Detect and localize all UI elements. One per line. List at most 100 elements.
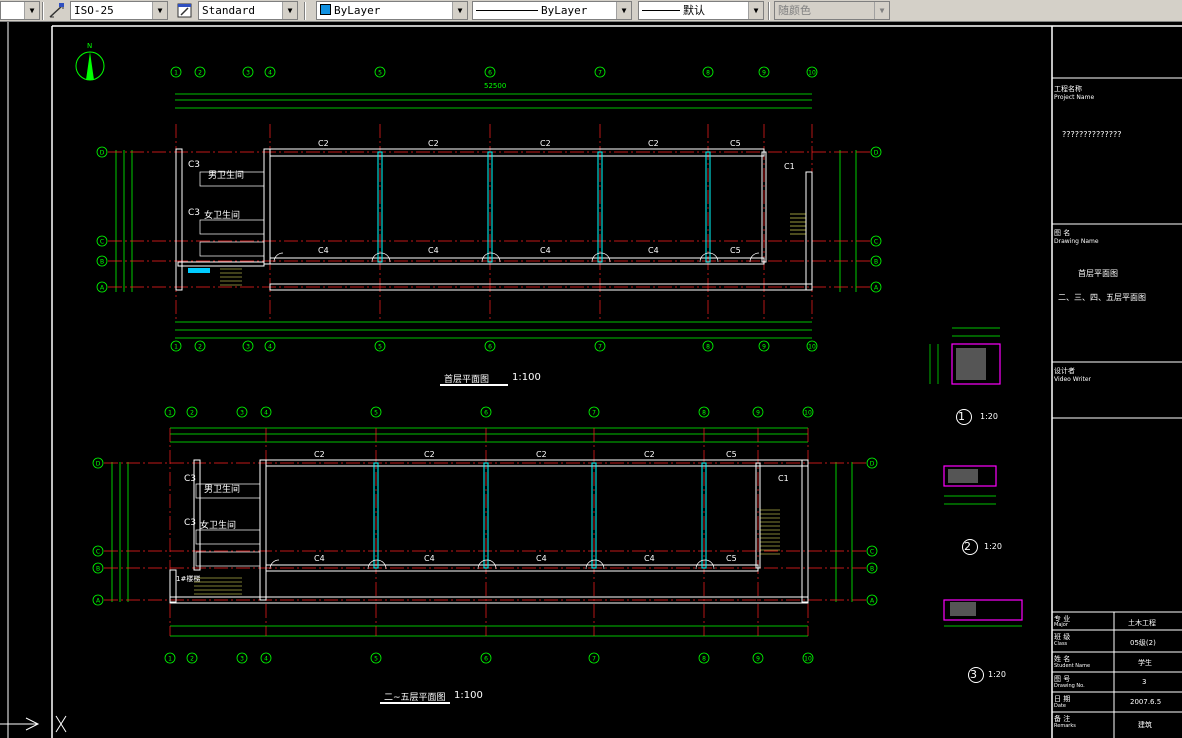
detail3-scale: 1:20 [988, 670, 1006, 679]
detail1-bubble [956, 409, 972, 425]
row-bubble-label: C [100, 239, 104, 246]
svg-text:N: N [87, 42, 92, 50]
tb-date-value: 2007.6.5 [1130, 698, 1162, 706]
tb-student-sub: Video Writer [1054, 376, 1092, 383]
tb-class-value: 05级(2) [1130, 639, 1156, 647]
plan1-scale: 1:100 [512, 372, 541, 383]
color-swatch [320, 4, 331, 15]
axis-bubble-label: 3 [246, 70, 250, 77]
axis-bubble-label: 4 [268, 344, 272, 351]
axis-bubble-label: 9 [756, 410, 760, 417]
axis-bubble-label: 8 [706, 344, 710, 351]
plan1-c5-top: C5 [730, 139, 741, 148]
axis-bubble-label: 10 [808, 344, 816, 351]
plan1-c4-1: C4 [318, 246, 329, 255]
detail2-scale: 1:20 [984, 542, 1002, 551]
text-style-select[interactable]: Standard ▼ [198, 1, 298, 20]
plan2-c3-b: C3 [184, 518, 197, 528]
tb-date-sub: Date [1054, 703, 1066, 709]
detail1-scale: 1:20 [980, 412, 998, 421]
tb-project-value: ?????????????? [1062, 130, 1122, 139]
chevron-down-icon[interactable]: ▼ [24, 2, 39, 19]
axis-bubble-label: 5 [374, 410, 378, 417]
plan2-c2-1: C2 [314, 450, 325, 459]
lineweight-select[interactable]: 默认 ▼ [638, 1, 764, 20]
row-bubble-label: C [874, 239, 878, 246]
row-bubble-label: C [96, 549, 100, 556]
row-bubble-label: B [100, 259, 104, 266]
tb-name-value: 学生 [1138, 659, 1152, 667]
plan2-c2-4: C2 [644, 450, 655, 459]
plan1-c4-3: C4 [540, 246, 551, 255]
dimstyle-icon[interactable] [48, 2, 66, 20]
axis-bubble-label: 7 [592, 656, 596, 663]
axis-bubble-label: 9 [756, 656, 760, 663]
tb-remarks-sub: Remarks [1054, 723, 1076, 729]
plan1-c4-4: C4 [648, 246, 659, 255]
plan2-c4-1: C4 [314, 554, 325, 563]
prev-combo[interactable]: ▼ [0, 1, 40, 20]
axis-bubble-label: 2 [198, 70, 202, 77]
drawing-canvas[interactable]: N 1 2 3 4 5 6 7 8 9 10 D D C C B B A A 1 2 3 4 5 6 7 8 9 10 [0, 22, 1182, 738]
axis-bubble-label: 8 [702, 410, 706, 417]
chevron-down-icon[interactable]: ▼ [748, 2, 763, 19]
axis-bubble-label: 9 [762, 344, 766, 351]
detail3-bubble [968, 667, 984, 683]
row-bubble-label: B [870, 566, 874, 573]
axis-bubble-label: 7 [598, 344, 602, 351]
row-bubble-label: D [96, 461, 101, 468]
tb-drawing-value1: 首层平面图 [1078, 269, 1118, 278]
color-select[interactable]: ByLayer ▼ [316, 1, 468, 20]
tb-class-sub: Class [1054, 641, 1068, 647]
axis-bubble-label: 3 [246, 344, 250, 351]
row-bubble-label: D [100, 150, 105, 157]
plan2-c4-2: C4 [424, 554, 435, 563]
linetype-select[interactable]: ByLayer ▼ [472, 1, 632, 20]
plan2-title-underline [380, 702, 450, 704]
axis-bubble-label: 10 [804, 410, 812, 417]
plan1-male-wc: 男卫生间 [208, 171, 245, 181]
plotstyle-value: 随颜色 [778, 4, 811, 17]
chevron-down-icon[interactable]: ▼ [452, 2, 467, 19]
row-bubble-label: B [96, 566, 100, 573]
plan1-c2-2: C2 [428, 139, 439, 148]
axis-bubble-label: 6 [488, 70, 492, 77]
plan2-scale: 1:100 [454, 690, 483, 701]
axis-bubble-label: 10 [808, 70, 816, 77]
tb-name-sub: Student Name [1054, 663, 1091, 669]
plan1-c2-3: C2 [540, 139, 551, 148]
axis-bubble-label: 7 [592, 410, 596, 417]
plan2-c5-top: C5 [726, 450, 737, 459]
plan1-female-wc: 女卫生间 [204, 211, 241, 221]
dimension-style-value: ISO-25 [74, 4, 114, 17]
plan1-title-underline [440, 384, 508, 386]
chevron-down-icon[interactable]: ▼ [874, 2, 889, 19]
axis-bubble-label: 5 [378, 344, 382, 351]
axis-bubble-label: 10 [804, 656, 812, 663]
dimension-style-select[interactable]: ISO-25 ▼ [70, 1, 168, 20]
tb-drawno-value: 3 [1142, 678, 1147, 686]
axis-bubble-label: 1 [168, 656, 172, 663]
axis-bubble-label: 4 [264, 656, 268, 663]
axis-bubble-label: 4 [264, 410, 268, 417]
axis-bubble-label: 6 [488, 344, 492, 351]
toolbar-separator [768, 2, 770, 20]
plotstyle-select[interactable]: 随颜色 ▼ [774, 1, 890, 20]
textstyle-icon[interactable] [176, 2, 194, 20]
chevron-down-icon[interactable]: ▼ [616, 2, 631, 19]
chevron-down-icon[interactable]: ▼ [152, 2, 167, 19]
row-bubble-label: C [870, 549, 874, 556]
plan1-total-dim: 52500 [484, 82, 507, 90]
tb-student-label: 设计者 [1054, 367, 1075, 375]
plan2-female-wc: 女卫生间 [200, 521, 237, 531]
axis-bubble-label: 1 [174, 70, 178, 77]
plan2-c3-a: C3 [184, 474, 197, 484]
toolbar-separator [42, 2, 44, 20]
axis-bubble-label: 6 [484, 410, 488, 417]
cad-drawing[interactable]: N 1 2 3 4 5 6 7 8 9 10D DC CB BA A 1 2 3 4 5 6 7 8 9 10 [0, 22, 1182, 738]
plan2-c2-2: C2 [424, 450, 435, 459]
axis-bubble-label: 1 [168, 410, 172, 417]
chevron-down-icon[interactable]: ▼ [282, 2, 297, 19]
plan1-c3-b: C3 [188, 208, 201, 218]
tb-project-label: 工程名称 [1054, 85, 1082, 93]
